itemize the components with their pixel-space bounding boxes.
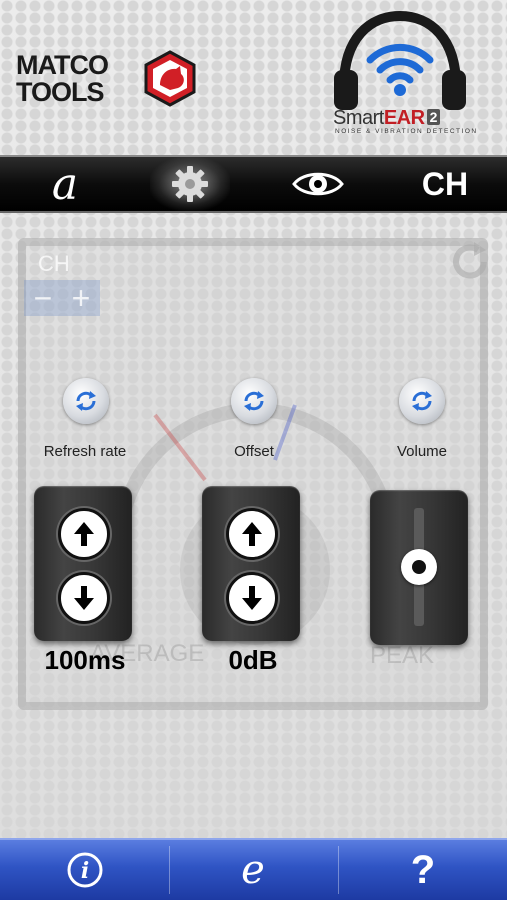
info-button[interactable]: i (60, 840, 110, 900)
background-plus: + (71, 279, 91, 316)
tools-text: TOOLS (16, 77, 104, 107)
header: MATCO TOOLS SmartEAR 2 NOISE & VIBRATION … (0, 0, 507, 155)
offset-increase-button[interactable] (226, 508, 278, 560)
arrow-up-icon (74, 522, 94, 546)
tab-settings[interactable] (150, 157, 230, 211)
wifi-icon (366, 43, 434, 84)
refresh-rate-stepper (34, 486, 132, 641)
toolbar-divider (338, 846, 339, 894)
e-button[interactable]: e (228, 840, 278, 900)
volume-slider[interactable] (370, 490, 468, 645)
offset-label: Offset (234, 443, 274, 460)
tab-view[interactable] (285, 157, 350, 211)
volume-slider-knob[interactable] (401, 549, 437, 585)
version-badge: 2 (426, 109, 440, 125)
background-peak-label: PEAK (370, 642, 435, 669)
arrow-down-icon (242, 586, 262, 610)
matco-text: MATCO (16, 50, 108, 80)
volume-reset-button[interactable] (399, 378, 445, 424)
refresh-icon (412, 391, 432, 411)
offset-reset-button[interactable] (231, 378, 277, 424)
matco-hexagon-icon (144, 50, 196, 107)
arrow-down-icon (74, 586, 94, 610)
offset-value: 0dB (228, 645, 278, 675)
arrow-up-icon (242, 522, 262, 546)
offset-decrease-button[interactable] (226, 572, 278, 624)
eye-icon (291, 172, 344, 196)
tab-a[interactable]: a (30, 157, 100, 211)
bottom-toolbar: i e ? (0, 838, 507, 900)
info-icon: i (67, 852, 103, 888)
refresh-rate-value: 100ms (44, 645, 126, 675)
ear-text: EAR (383, 107, 425, 129)
matco-tools-logo: MATCO TOOLS (16, 50, 196, 107)
refresh-rate-reset-button[interactable] (63, 378, 109, 424)
offset-stepper (202, 486, 300, 641)
volume-label: Volume (396, 443, 448, 460)
tab-ch[interactable]: CH (400, 157, 490, 211)
top-tab-bar: a CH (0, 155, 507, 213)
background-refresh-icon (453, 242, 487, 279)
svg-text:i: i (81, 858, 89, 884)
smartear-wordmark: SmartEAR 2 (333, 107, 440, 130)
smart-text: Smart (333, 107, 384, 129)
background-minus: − (33, 279, 53, 316)
gear-icon (172, 166, 208, 202)
background-channel-stepper: − + (24, 280, 100, 316)
refresh-icon (244, 391, 264, 411)
toolbar-divider (169, 846, 170, 894)
smartear-tagline: NOISE & VIBRATION DETECTION (335, 128, 478, 135)
help-button[interactable]: ? (398, 840, 448, 900)
refresh-icon (76, 391, 96, 411)
refresh-rate-increase-button[interactable] (58, 508, 110, 560)
refresh-rate-decrease-button[interactable] (58, 572, 110, 624)
refresh-rate-label: Refresh rate (43, 443, 127, 460)
background-ch-label: CH (38, 251, 70, 276)
